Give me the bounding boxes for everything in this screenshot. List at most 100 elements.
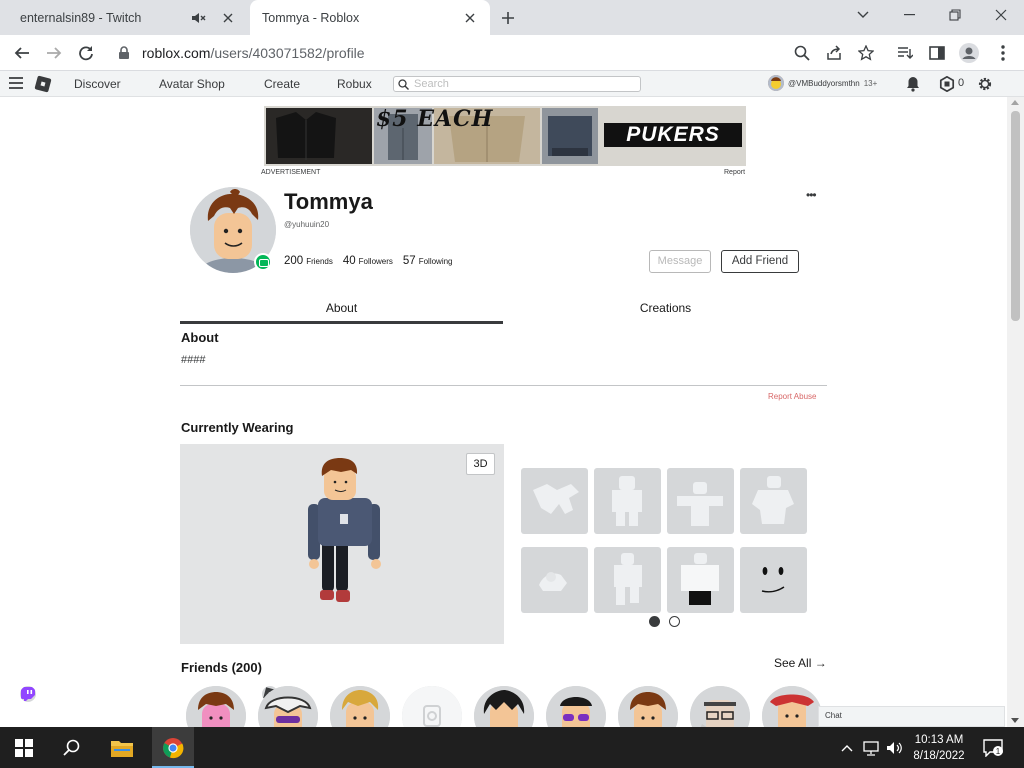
clock-time: 10:13 AM [914, 734, 964, 746]
followers-count[interactable]: 40 [343, 255, 356, 267]
nav-avatar-shop[interactable]: Avatar Shop [159, 77, 225, 91]
minimize-button[interactable] [886, 0, 932, 30]
new-tab-button[interactable] [497, 7, 519, 29]
wearing-item[interactable] [667, 547, 734, 613]
tab-twitch[interactable]: enternalsin89 - Twitch [8, 0, 248, 702]
ad-headline: $5 EACH [376, 106, 494, 132]
avatar-figure [308, 458, 381, 602]
ad-banner[interactable]: $5 EACH PUKERS [264, 106, 746, 166]
message-button[interactable]: Message [649, 250, 711, 273]
robux-icon[interactable] [939, 76, 955, 92]
followers-label[interactable]: Followers [359, 257, 393, 266]
file-explorer-icon[interactable] [109, 735, 135, 761]
close-tab-icon[interactable] [462, 10, 478, 26]
zoom-icon[interactable] [789, 40, 815, 66]
avatar [768, 75, 784, 91]
tab-search-chevron-icon[interactable] [840, 0, 886, 30]
nav-robux[interactable]: Robux [337, 77, 372, 91]
reload-button[interactable] [73, 40, 99, 66]
more-options-icon[interactable]: ••• [806, 188, 817, 202]
more-menu-icon[interactable] [990, 40, 1016, 66]
robux-count: 0 [958, 77, 965, 89]
chrome-icon[interactable] [160, 735, 186, 761]
network-icon[interactable] [858, 735, 884, 761]
lock-icon[interactable] [118, 46, 130, 60]
notification-center-icon[interactable]: 1 [980, 735, 1006, 761]
page-scrollbar[interactable] [1007, 97, 1024, 727]
search-placeholder: Search [414, 78, 449, 90]
show-hidden-icons-chevron[interactable] [834, 735, 860, 761]
back-button[interactable] [9, 40, 35, 66]
url-field[interactable]: roblox.com/users/403071582/profile [110, 39, 888, 67]
settings-gear-icon[interactable] [977, 76, 993, 92]
browser-tab-strip: enternalsin89 - Twitch Tommya - Roblox [0, 0, 1024, 702]
tab-roblox[interactable]: Tommya - Roblox [250, 0, 490, 702]
share-icon[interactable] [821, 40, 847, 66]
profile-avatar-icon[interactable] [956, 40, 982, 66]
age-badge: 13+ [863, 78, 878, 88]
wearing-item[interactable] [667, 468, 734, 534]
roblox-top-nav: Discover Avatar Shop Create Robux Search… [0, 71, 1024, 97]
nav-create[interactable]: Create [264, 77, 300, 91]
wearing-item[interactable] [521, 468, 588, 534]
search-icon[interactable] [59, 735, 85, 761]
following-label[interactable]: Following [419, 257, 453, 266]
ad-product-image [266, 108, 372, 164]
chat-bar[interactable]: Chat [818, 706, 1005, 727]
nav-discover[interactable]: Discover [74, 77, 121, 91]
notification-count: 1 [996, 747, 1001, 756]
profile-tabs: About Creations [180, 296, 827, 324]
3d-toggle-button[interactable]: 3D [466, 453, 495, 475]
notifications-bell-icon[interactable] [906, 76, 920, 92]
side-panel-icon[interactable] [924, 40, 950, 66]
roblox-logo[interactable] [34, 75, 52, 93]
ad-brand: PUKERS [604, 123, 742, 147]
user-menu[interactable]: @VMBuddyorsmthn 13+ [768, 75, 877, 91]
friends-count[interactable]: 200 [284, 255, 303, 267]
twitch-icon [20, 686, 36, 702]
online-status-badge [254, 253, 272, 271]
close-tab-icon[interactable] [220, 10, 236, 26]
close-window-button[interactable] [978, 0, 1024, 30]
url-host: roblox.com [142, 45, 211, 61]
about-text: #### [181, 354, 206, 366]
address-toolbar: roblox.com/users/403071582/profile [0, 35, 1024, 71]
restore-button[interactable] [932, 0, 978, 30]
forward-button[interactable] [41, 40, 67, 66]
avatar-3d-stage[interactable]: 3D [180, 444, 504, 644]
carousel-page-dot[interactable] [669, 616, 680, 627]
wearing-item[interactable] [594, 468, 661, 534]
see-all-friends-link[interactable]: See All → [774, 656, 827, 670]
scroll-up-icon[interactable] [1011, 100, 1019, 105]
friends-label[interactable]: Friends [306, 257, 333, 266]
scroll-down-icon[interactable] [1011, 718, 1019, 723]
carousel-page-dot-active[interactable] [649, 616, 660, 627]
windows-start-icon[interactable] [11, 735, 37, 761]
ad-report-link[interactable]: Report [724, 169, 745, 176]
wearing-item[interactable] [521, 547, 588, 613]
system-clock[interactable]: 10:13 AM 8/18/2022 [908, 732, 970, 764]
tab-creations[interactable]: Creations [504, 296, 827, 324]
wearing-item[interactable] [740, 547, 807, 613]
clock-date: 8/18/2022 [913, 750, 965, 762]
report-abuse-link[interactable]: Report Abuse [768, 392, 816, 401]
search-input[interactable]: Search [393, 76, 641, 92]
wearing-items-grid [504, 444, 827, 644]
volume-icon[interactable] [882, 735, 908, 761]
tab-about[interactable]: About [180, 296, 503, 324]
speaker-muted-icon[interactable] [190, 10, 206, 26]
windows-taskbar: 10:13 AM 8/18/2022 1 [0, 727, 1024, 768]
search-icon [398, 79, 409, 90]
hamburger-menu-icon[interactable] [9, 77, 23, 89]
bookmark-star-icon[interactable] [853, 40, 879, 66]
ad-product-image [542, 108, 598, 164]
wearing-item[interactable] [740, 468, 807, 534]
about-heading: About [181, 330, 219, 345]
friends-heading: Friends (200) [181, 660, 262, 675]
following-count[interactable]: 57 [403, 255, 416, 267]
ad-label: ADVERTISEMENT [261, 169, 321, 176]
wearing-item[interactable] [594, 547, 661, 613]
reading-list-icon[interactable] [892, 40, 918, 66]
add-friend-button[interactable]: Add Friend [721, 250, 799, 273]
scroll-thumb[interactable] [1011, 111, 1020, 321]
